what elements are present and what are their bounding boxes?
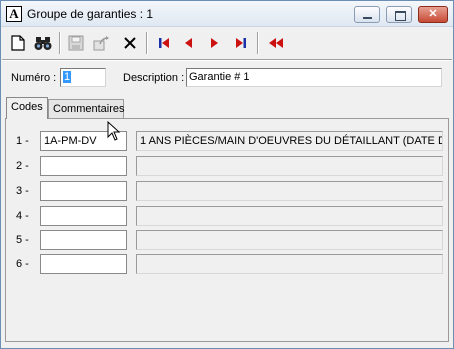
search-button[interactable] [32, 31, 54, 55]
delete-icon [124, 37, 136, 49]
code-field[interactable] [40, 206, 127, 226]
code-field[interactable] [40, 230, 127, 250]
row-number: 6 - [16, 258, 29, 270]
code-field[interactable] [40, 156, 127, 176]
app-logo-icon: A [6, 6, 22, 22]
last-record-button[interactable] [230, 31, 252, 55]
mouse-pointer-icon [107, 121, 121, 141]
code-field[interactable] [40, 254, 127, 274]
close-window-button[interactable] [418, 6, 448, 23]
toolbar [1, 29, 453, 61]
new-icon [11, 35, 25, 51]
new-button[interactable] [7, 31, 29, 55]
description-cell [136, 254, 443, 274]
row-number: 3 - [16, 185, 29, 197]
rewind-button[interactable] [265, 31, 287, 55]
binoculars-icon [34, 37, 52, 50]
tab-commentaires[interactable]: Commentaires [48, 99, 125, 118]
delete-button[interactable] [119, 31, 141, 55]
export-button[interactable] [91, 31, 113, 55]
save-button[interactable] [65, 31, 87, 55]
first-icon [159, 38, 169, 48]
description-field[interactable]: Garantie # 1 [186, 68, 442, 87]
numero-label: Numéro : [11, 72, 57, 84]
numero-field[interactable]: 1 [60, 68, 106, 87]
description-label: Description : [123, 72, 185, 84]
description-cell [136, 206, 443, 226]
next-record-button[interactable] [203, 31, 225, 55]
description-cell: 1 ANS PIÈCES/MAIN D'OEUVRES DU DÉTAILLAN… [136, 131, 443, 151]
next-icon [211, 38, 218, 48]
title-bar[interactable]: A Groupe de garanties : 1 [1, 1, 453, 27]
row-number: 5 - [16, 234, 29, 246]
description-cell [136, 181, 443, 201]
app-window: A Groupe de garanties : 1 ✕ Numéro: 1 D… [0, 0, 454, 349]
row-number: 2 - [16, 160, 29, 172]
row-number: 4 - [16, 210, 29, 222]
description-cell [136, 156, 443, 176]
description-cell [136, 230, 443, 250]
row-number: 1 - [16, 135, 29, 147]
minimize-button[interactable] [354, 6, 380, 23]
last-icon [236, 38, 246, 48]
numero-value: 1 [63, 71, 72, 83]
save-icon [68, 35, 84, 51]
codes-panel: 1 - 1A-PM-DV 1 ANS PIÈCES/MAIN D'OEUVRES… [5, 118, 449, 342]
toolbar-divider [2, 59, 452, 61]
previous-record-button[interactable] [178, 31, 200, 55]
first-record-button[interactable] [153, 31, 175, 55]
rewind-icon [269, 38, 283, 48]
export-icon [93, 36, 109, 51]
tab-codes[interactable]: Codes [6, 97, 48, 119]
code-field[interactable] [40, 181, 127, 201]
window-title: Groupe de garanties : 1 [27, 7, 154, 21]
previous-icon [185, 38, 192, 48]
maximize-button[interactable] [386, 6, 412, 23]
